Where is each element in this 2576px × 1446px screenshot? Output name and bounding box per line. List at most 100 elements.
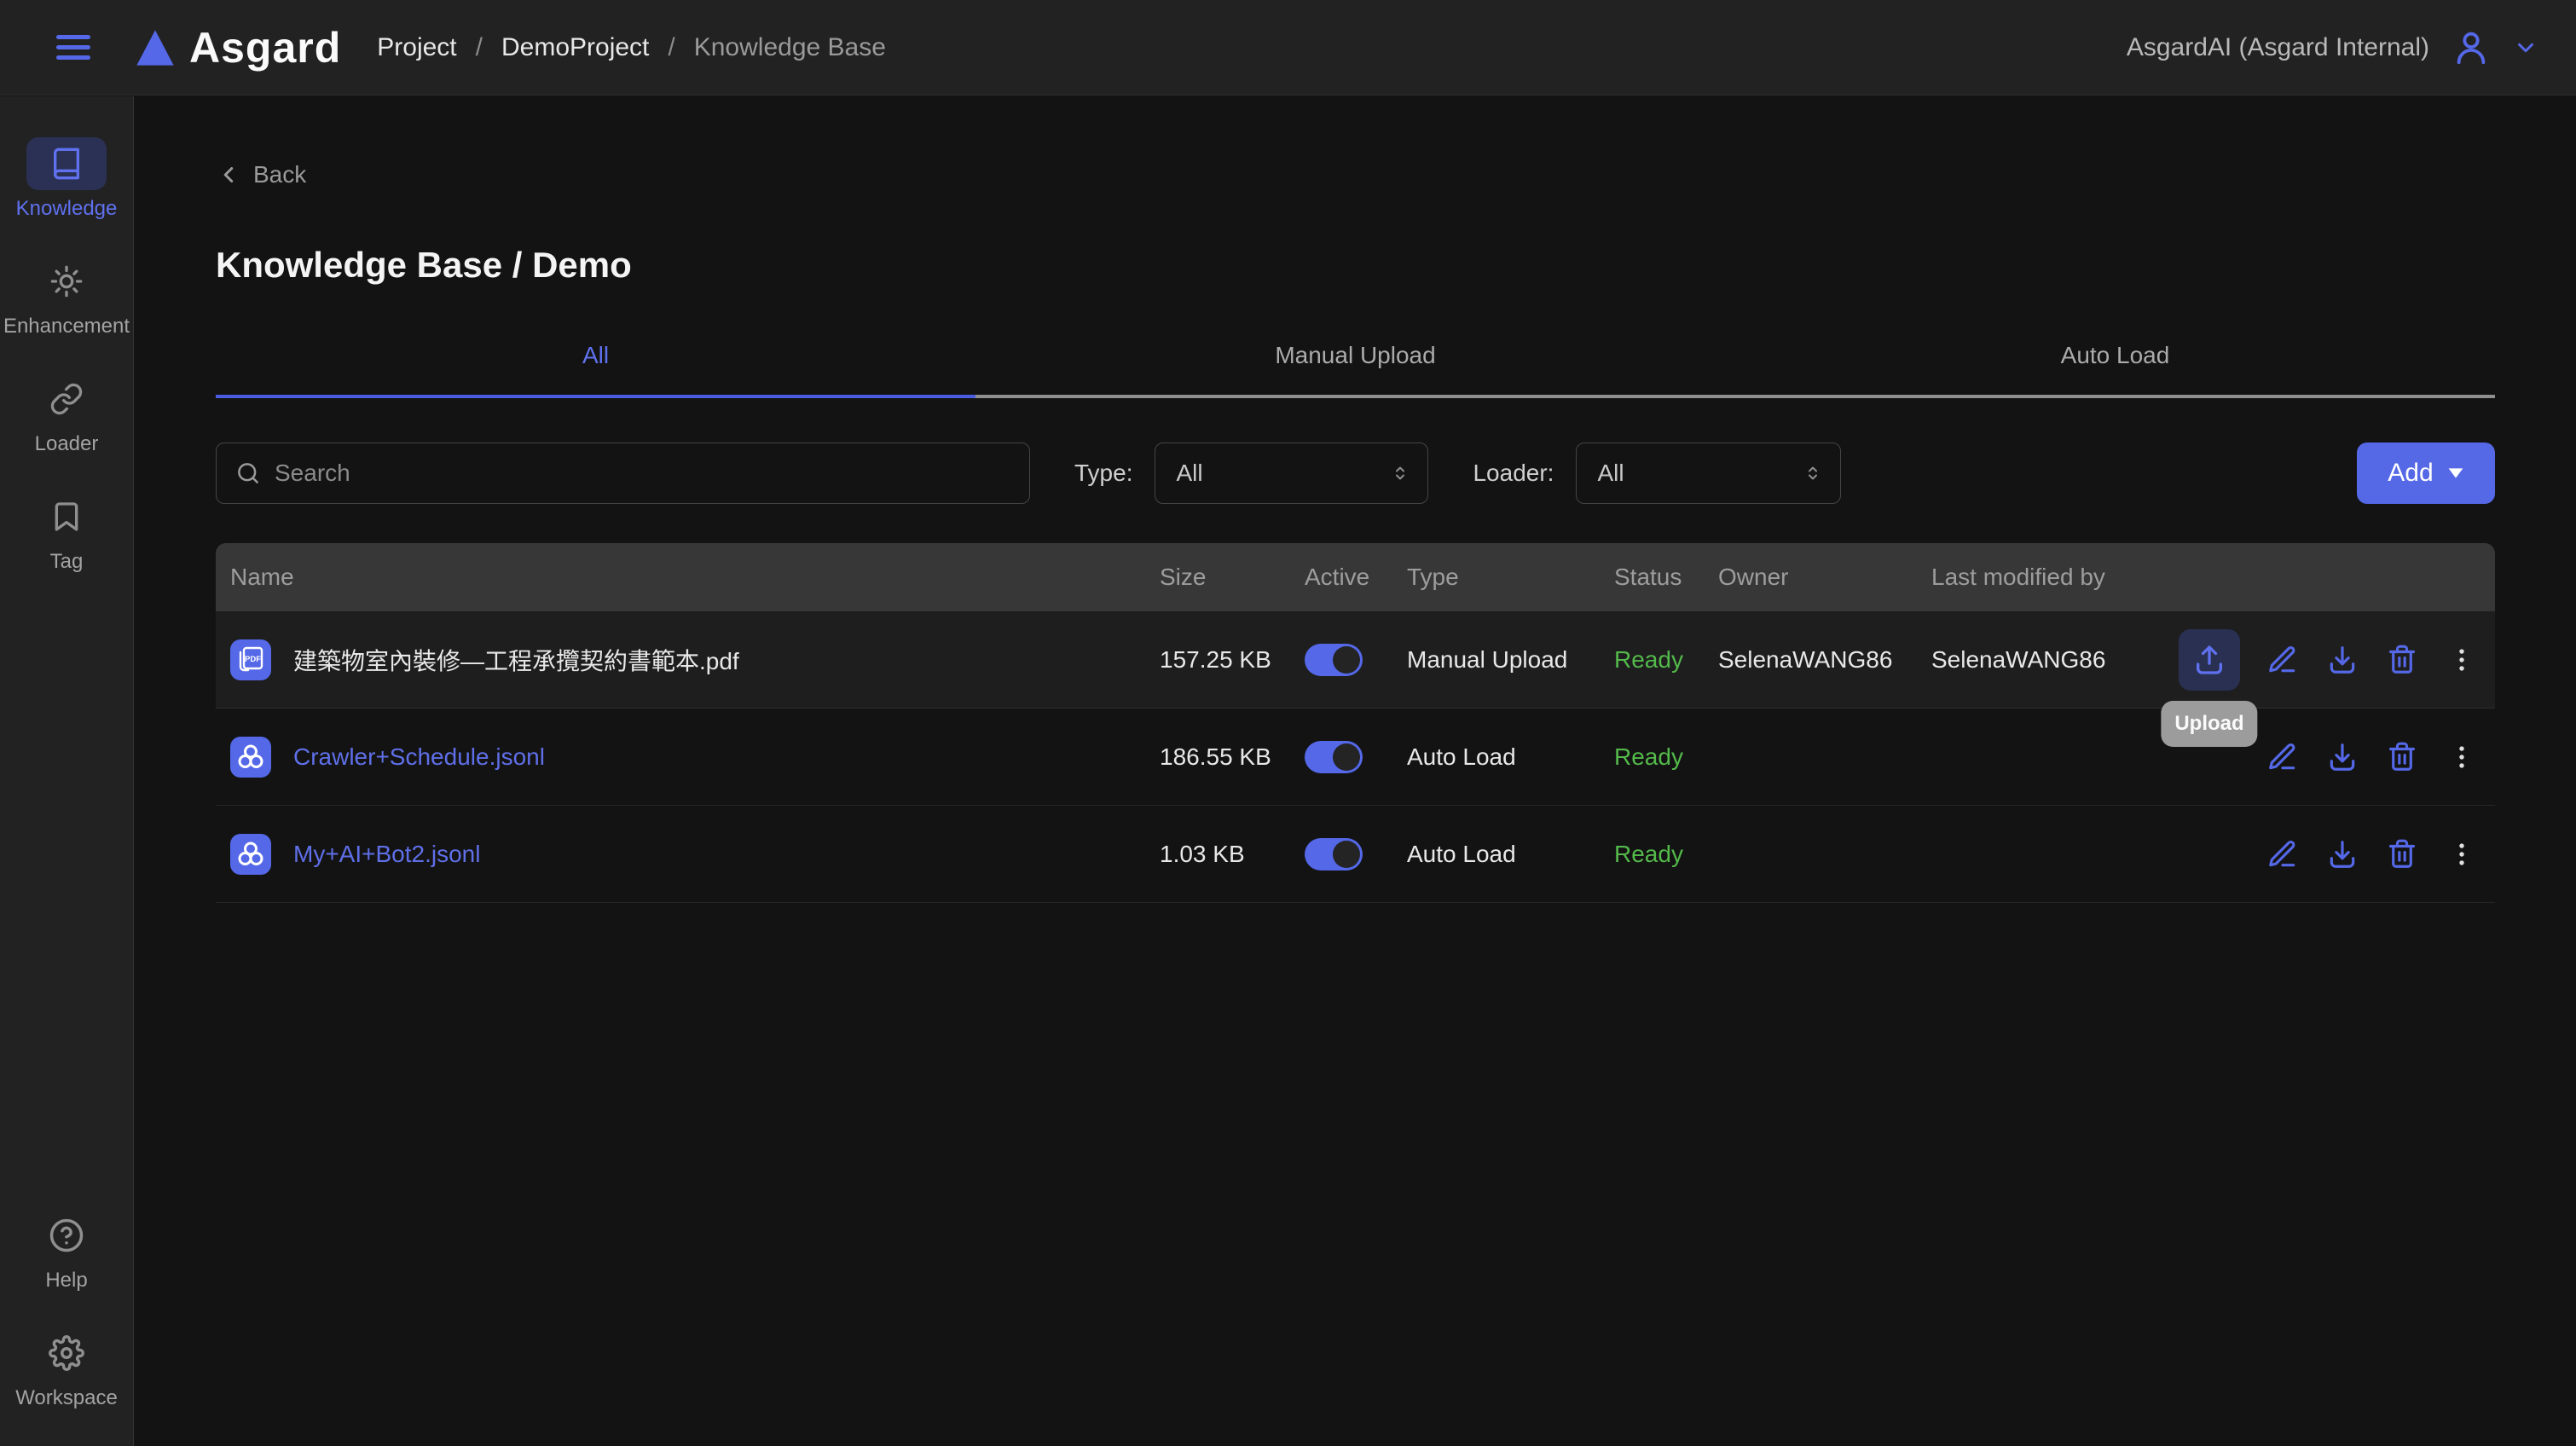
download-icon bbox=[2326, 838, 2359, 870]
tab-all[interactable]: All bbox=[216, 342, 975, 398]
delete-button[interactable] bbox=[2385, 740, 2419, 774]
upload-tooltip: Upload bbox=[2161, 701, 2257, 747]
edit-button[interactable] bbox=[2266, 837, 2300, 871]
jsonl-file-icon bbox=[230, 834, 271, 875]
file-name-link[interactable]: My+AI+Bot2.jsonl bbox=[293, 841, 480, 868]
status-badge: Ready bbox=[1614, 646, 1718, 674]
breadcrumb-knowledge-base: Knowledge Base bbox=[694, 33, 886, 62]
active-toggle[interactable] bbox=[1305, 644, 1363, 676]
add-button[interactable]: Add bbox=[2357, 442, 2495, 504]
col-header-status: Status bbox=[1614, 564, 1718, 591]
sidebar-item-loader[interactable]: Loader bbox=[26, 373, 107, 456]
breadcrumb-project[interactable]: Project bbox=[377, 33, 456, 62]
loader-select[interactable]: All bbox=[1576, 442, 1841, 504]
hamburger-menu-icon[interactable] bbox=[56, 29, 90, 66]
download-icon bbox=[2326, 644, 2359, 676]
breadcrumb-separator: / bbox=[476, 33, 483, 62]
chevron-left-icon bbox=[216, 162, 241, 188]
type-select-value: All bbox=[1176, 460, 1202, 487]
more-actions-button[interactable] bbox=[2445, 643, 2479, 677]
app-logo[interactable]: Asgard bbox=[133, 23, 341, 72]
account-label: AsgardAI (Asgard Internal) bbox=[2127, 33, 2429, 62]
sidebar-item-label: Loader bbox=[35, 432, 99, 456]
left-sidebar: Knowledge Enhancement Loader Tag Help W bbox=[0, 96, 134, 1446]
file-size: 1.03 KB bbox=[1160, 841, 1305, 868]
file-type: Auto Load bbox=[1407, 841, 1614, 868]
page-title: Knowledge Base / Demo bbox=[216, 245, 2495, 286]
pdf-file-icon: PDF bbox=[230, 639, 271, 680]
pencil-icon bbox=[2266, 741, 2299, 773]
sidebar-item-label: Help bbox=[45, 1269, 87, 1293]
type-select[interactable]: All bbox=[1155, 442, 1428, 504]
jsonl-file-icon bbox=[230, 737, 271, 778]
knowledge-table: Name Size Active Type Status Owner Last … bbox=[216, 543, 2495, 903]
sun-icon bbox=[26, 255, 107, 308]
sidebar-item-label: Enhancement bbox=[3, 315, 130, 338]
table-row: My+AI+Bot2.jsonl 1.03 KB Auto Load Ready bbox=[216, 806, 2495, 903]
file-name-link[interactable]: Crawler+Schedule.jsonl bbox=[293, 743, 545, 771]
sidebar-item-label: Tag bbox=[50, 550, 84, 574]
file-size: 157.25 KB bbox=[1160, 646, 1305, 674]
search-input[interactable] bbox=[275, 460, 1010, 487]
file-size: 186.55 KB bbox=[1160, 743, 1305, 771]
back-button[interactable]: Back bbox=[216, 161, 327, 188]
loader-select-value: All bbox=[1597, 460, 1624, 487]
logo-triangle-icon bbox=[133, 26, 177, 70]
table-header-row: Name Size Active Type Status Owner Last … bbox=[216, 543, 2495, 611]
logo-text: Asgard bbox=[189, 23, 341, 72]
col-header-last-modified: Last modified by bbox=[1931, 564, 2179, 591]
owner: SelenaWANG86 bbox=[1718, 646, 1931, 674]
tab-bar: All Manual Upload Auto Load bbox=[216, 342, 2495, 398]
account-chevron-down-icon[interactable] bbox=[2513, 35, 2538, 61]
edit-button[interactable] bbox=[2266, 643, 2300, 677]
book-icon bbox=[26, 137, 107, 190]
search-icon bbox=[235, 460, 261, 486]
more-actions-button[interactable] bbox=[2445, 740, 2479, 774]
active-toggle[interactable] bbox=[1305, 838, 1363, 870]
tab-manual-upload[interactable]: Manual Upload bbox=[975, 342, 1735, 398]
filter-toolbar: Type: All Loader: All Add bbox=[216, 442, 2495, 504]
trash-icon bbox=[2386, 741, 2418, 773]
upload-button[interactable] bbox=[2179, 629, 2240, 691]
gear-icon bbox=[26, 1327, 107, 1379]
edit-button[interactable] bbox=[2266, 740, 2300, 774]
trash-icon bbox=[2386, 838, 2418, 870]
active-toggle[interactable] bbox=[1305, 741, 1363, 773]
download-button[interactable] bbox=[2325, 837, 2359, 871]
pencil-icon bbox=[2266, 838, 2299, 870]
sidebar-item-tag[interactable]: Tag bbox=[26, 490, 107, 574]
sidebar-item-workspace[interactable]: Workspace bbox=[15, 1327, 118, 1410]
file-name[interactable]: 建築物室內裝修—工程承攬契約書範本.pdf bbox=[293, 643, 739, 677]
download-button[interactable] bbox=[2325, 643, 2359, 677]
delete-button[interactable] bbox=[2385, 837, 2419, 871]
download-button[interactable] bbox=[2325, 740, 2359, 774]
kebab-menu-icon bbox=[2447, 645, 2476, 674]
sidebar-item-help[interactable]: Help bbox=[26, 1209, 107, 1293]
user-avatar-icon[interactable] bbox=[2452, 28, 2491, 67]
add-button-label: Add bbox=[2388, 459, 2433, 488]
col-header-active: Active bbox=[1305, 564, 1407, 591]
caret-down-icon bbox=[2447, 467, 2464, 479]
sidebar-item-knowledge[interactable]: Knowledge bbox=[16, 137, 118, 221]
search-box[interactable] bbox=[216, 442, 1030, 504]
svg-text:PDF: PDF bbox=[245, 655, 261, 664]
breadcrumb-separator: / bbox=[668, 33, 674, 62]
col-header-type: Type bbox=[1407, 564, 1614, 591]
breadcrumb: Project / DemoProject / Knowledge Base bbox=[377, 33, 886, 62]
sidebar-item-label: Workspace bbox=[15, 1386, 118, 1410]
breadcrumb-demoproject[interactable]: DemoProject bbox=[501, 33, 649, 62]
table-row: Crawler+Schedule.jsonl 186.55 KB Auto Lo… bbox=[216, 709, 2495, 806]
link-icon bbox=[26, 373, 107, 425]
col-header-size: Size bbox=[1160, 564, 1305, 591]
bookmark-icon bbox=[26, 490, 107, 543]
upload-icon bbox=[2192, 643, 2226, 677]
sidebar-item-label: Knowledge bbox=[16, 197, 118, 221]
status-badge: Ready bbox=[1614, 841, 1718, 868]
tab-auto-load[interactable]: Auto Load bbox=[1735, 342, 2495, 398]
back-label: Back bbox=[253, 161, 306, 188]
more-actions-button[interactable] bbox=[2445, 837, 2479, 871]
delete-button[interactable] bbox=[2385, 643, 2419, 677]
kebab-menu-icon bbox=[2447, 743, 2476, 772]
pencil-icon bbox=[2266, 644, 2299, 676]
sidebar-item-enhancement[interactable]: Enhancement bbox=[3, 255, 130, 338]
